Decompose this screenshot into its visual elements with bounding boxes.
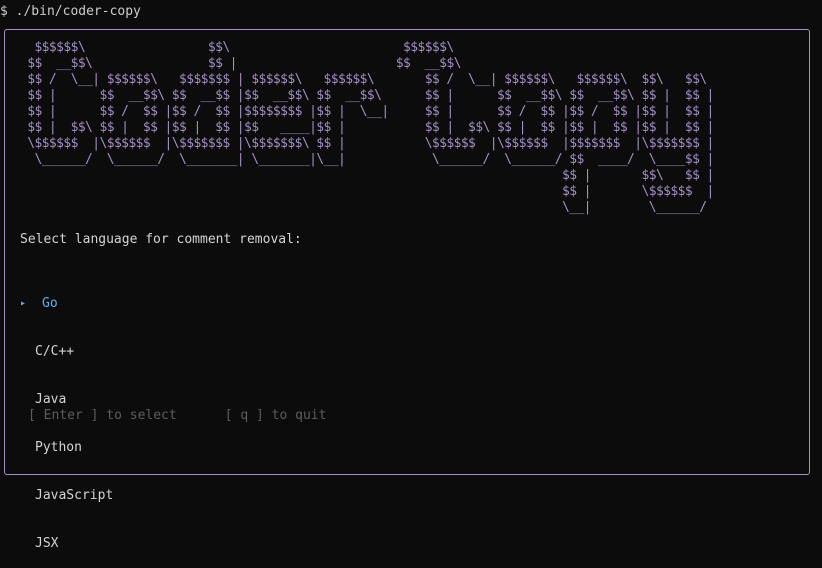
menu-item-c-cpp[interactable]: C/C++: [20, 344, 113, 360]
enter-select-hint: [ Enter ] to select: [28, 408, 177, 423]
menu-item-go[interactable]: ▸ Go: [20, 296, 113, 312]
menu-item-label: JSX: [35, 536, 59, 551]
quit-hint: [ q ] to quit: [224, 408, 327, 423]
menu-item-python[interactable]: Python: [20, 440, 113, 456]
key-hints-footer: [ Enter ] to select [ q ] to quit: [28, 408, 326, 424]
ascii-title-banner: $$$$$$\ $$\ $$$$$$\ $$ __$$\ $$ | $$ __$…: [27, 40, 714, 215]
menu-item-label: JavaScript: [35, 488, 114, 503]
menu-item-label: C/C++: [35, 344, 75, 359]
menu-item-java[interactable]: Java: [20, 392, 113, 408]
language-prompt-heading: Select language for comment removal:: [20, 232, 302, 247]
menu-item-label: Python: [35, 440, 82, 455]
menu-item-jsx[interactable]: JSX: [20, 536, 113, 552]
menu-item-label: Go: [42, 296, 58, 311]
menu-item-javascript[interactable]: JavaScript: [20, 488, 113, 504]
menu-item-label: Java: [35, 392, 67, 407]
terminal-command-line: $ ./bin/coder-copy: [0, 4, 141, 19]
selection-cursor-icon: ▸: [20, 298, 27, 309]
